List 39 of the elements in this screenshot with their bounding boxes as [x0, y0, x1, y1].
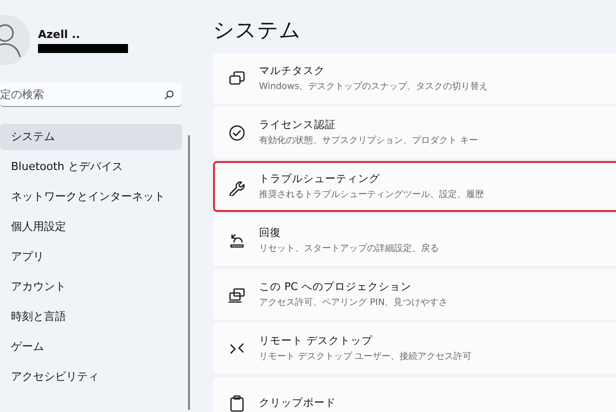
page-title: システム: [213, 17, 302, 44]
checkmark-circle-icon: [228, 124, 246, 142]
settings-card[interactable]: リモート デスクトップ リモート デスクトップ ユーザー、接続アクセス許可: [213, 323, 616, 374]
nav-item[interactable]: 個人用設定: [0, 214, 182, 240]
setting-description: リモート デスクトップ ユーザー、接続アクセス許可: [259, 350, 472, 363]
windows-icon: [228, 70, 246, 88]
setting-title: ライセンス認証: [259, 118, 337, 132]
setting-title: マルチタスク: [259, 64, 326, 78]
setting-title: 回復: [259, 226, 282, 240]
settings-card[interactable]: この PC へのプロジェクション アクセス許可、ペアリング PIN、見つけやすさ: [213, 269, 616, 320]
setting-description: アクセス許可、ペアリング PIN、見つけやすさ: [259, 296, 448, 309]
setting-description: 推奨されるトラブルシューティングツール、設定、履歴: [259, 188, 484, 201]
nav-item[interactable]: アクセシビリティ: [0, 364, 182, 390]
monitors-icon: [228, 286, 246, 304]
search-icon: [164, 90, 174, 100]
setting-description: 有効化の状態、サブスクリプション、プロダクト キー: [259, 134, 478, 147]
setting-title: リモート デスクトップ: [259, 334, 374, 348]
setting-title: クリップボード: [259, 396, 336, 410]
nav-item[interactable]: アカウント: [0, 274, 182, 300]
settings-card[interactable]: ライセンス認証 有効化の状態、サブスクリプション、プロダクト キー: [213, 107, 616, 158]
recovery-icon: [228, 232, 246, 250]
scrollbar[interactable]: [188, 135, 190, 410]
nav-item[interactable]: アプリ: [0, 244, 182, 270]
search-field[interactable]: 定の検索: [0, 83, 182, 107]
setting-title: この PC へのプロジェクション: [259, 280, 412, 294]
setting-description: リセット、スタートアップの詳細設定、戻る: [259, 242, 439, 255]
clipboard-icon: [228, 394, 246, 412]
nav-item[interactable]: システム: [0, 124, 182, 150]
account-name: Azell ..: [38, 28, 82, 40]
nav-item[interactable]: ゲーム: [0, 334, 182, 360]
settings-card[interactable]: マルチタスク Windows、デスクトップのスナップ、タスクの切り替え: [213, 53, 616, 104]
setting-description: Windows、デスクトップのスナップ、タスクの切り替え: [259, 80, 488, 93]
nav-item[interactable]: Bluetooth とデバイス: [0, 154, 182, 180]
settings-card[interactable]: 回復 リセット、スタートアップの詳細設定、戻る: [213, 215, 616, 266]
settings-card[interactable]: トラブルシューティング 推奨されるトラブルシューティングツール、設定、履歴: [213, 161, 616, 212]
nav-item[interactable]: ネットワークとインターネット: [0, 184, 182, 210]
settings-card[interactable]: クリップボード: [213, 377, 616, 412]
nav-item[interactable]: 時刻と言語: [0, 304, 182, 330]
setting-title: トラブルシューティング: [259, 172, 381, 186]
